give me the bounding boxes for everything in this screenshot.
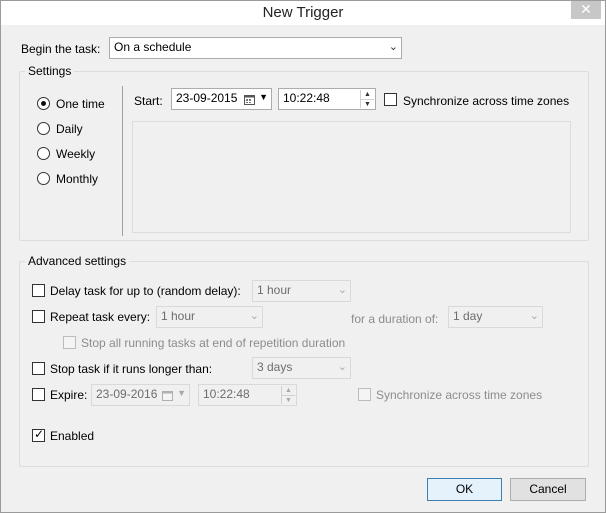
delay-dropdown[interactable]: 1 hour ⌄ — [252, 280, 351, 302]
duration-dropdown[interactable]: 1 day ⌄ — [448, 306, 543, 328]
repeat-dropdown[interactable]: 1 hour ⌄ — [156, 306, 263, 328]
stop-all-label: Stop all running tasks at end of repetit… — [81, 336, 346, 350]
duration-label: for a duration of: — [351, 312, 439, 326]
radio-monthly[interactable] — [37, 172, 50, 185]
radio-weekly-label[interactable]: Weekly — [56, 147, 95, 161]
start-time-field[interactable]: 10:22:48 ▲ ▼ — [278, 88, 376, 110]
expire-time-spinner[interactable]: ▲ ▼ — [281, 386, 295, 404]
delay-label[interactable]: Delay task for up to (random delay): — [50, 284, 241, 298]
enabled-label[interactable]: Enabled — [50, 429, 94, 443]
advanced-settings-title: Advanced settings — [25, 254, 130, 268]
repeat-checkbox[interactable] — [32, 310, 45, 323]
repeat-label[interactable]: Repeat task every: — [50, 310, 150, 324]
duration-value: 1 day — [453, 309, 483, 323]
radio-daily[interactable] — [37, 122, 50, 135]
expire-sync-label: Synchronize across time zones — [376, 388, 543, 402]
begin-task-label: Begin the task: — [21, 42, 101, 56]
delay-checkbox[interactable] — [32, 284, 45, 297]
start-date-picker[interactable]: 23-09-2015 ▼ — [171, 88, 272, 110]
stop-long-label[interactable]: Stop task if it runs longer than: — [50, 362, 212, 376]
chevron-down-icon: ⌄ — [337, 284, 347, 296]
title-bar: New Trigger ✕ — [1, 1, 605, 25]
start-time-value: 10:22:48 — [283, 91, 330, 105]
start-time-spinner[interactable]: ▲ ▼ — [360, 90, 374, 108]
radio-one-time[interactable] — [37, 97, 50, 110]
expire-sync-checkbox[interactable] — [358, 388, 371, 401]
new-trigger-dialog: New Trigger ✕ Begin the task: On a sched… — [0, 0, 606, 513]
schedule-detail-panel — [132, 121, 571, 233]
chevron-down-icon[interactable]: ▼ — [177, 388, 186, 398]
begin-task-value: On a schedule — [114, 40, 192, 54]
expire-date-picker[interactable]: 23-09-2016 ▼ — [91, 384, 190, 406]
ok-button[interactable]: OK — [427, 478, 502, 501]
start-label: Start: — [134, 94, 163, 108]
delay-value: 1 hour — [257, 283, 292, 297]
begin-task-dropdown[interactable]: On a schedule ⌄ — [109, 37, 402, 59]
close-icon: ✕ — [580, 1, 592, 17]
expire-date-value: 23-09-2016 — [96, 387, 158, 401]
close-button[interactable]: ✕ — [571, 1, 601, 19]
expire-time-value: 10:22:48 — [203, 387, 250, 401]
radio-daily-label[interactable]: Daily — [56, 122, 83, 136]
spin-down-icon[interactable]: ▼ — [361, 99, 374, 108]
stop-all-checkbox[interactable] — [63, 336, 76, 349]
radio-one-time-label[interactable]: One time — [56, 97, 105, 111]
spin-down-icon[interactable]: ▼ — [282, 395, 295, 404]
chevron-down-icon: ⌄ — [529, 310, 539, 322]
spin-up-icon[interactable]: ▲ — [282, 386, 295, 395]
chevron-down-icon[interactable]: ▼ — [259, 92, 268, 102]
repeat-value: 1 hour — [161, 309, 196, 323]
stop-long-checkbox[interactable] — [32, 362, 45, 375]
chevron-down-icon: ⌄ — [249, 310, 259, 322]
calendar-icon[interactable] — [244, 94, 255, 105]
enabled-checkbox[interactable] — [32, 427, 45, 442]
radio-weekly[interactable] — [37, 147, 50, 160]
chevron-down-icon: ⌄ — [337, 361, 347, 373]
sync-timezones-checkbox[interactable] — [384, 93, 397, 106]
start-date-value: 23-09-2015 — [176, 91, 238, 105]
settings-divider — [122, 86, 123, 236]
window-title: New Trigger — [262, 4, 344, 21]
expire-label[interactable]: Expire: — [50, 388, 87, 402]
expire-time-field[interactable]: 10:22:48 ▲ ▼ — [198, 384, 297, 406]
cancel-button[interactable]: Cancel — [510, 478, 586, 501]
radio-monthly-label[interactable]: Monthly — [56, 172, 98, 186]
spin-up-icon[interactable]: ▲ — [361, 90, 374, 99]
chevron-down-icon: ⌄ — [388, 41, 398, 53]
expire-checkbox[interactable] — [32, 388, 45, 401]
calendar-icon[interactable] — [162, 390, 173, 401]
settings-title: Settings — [25, 64, 75, 78]
stop-long-value: 3 days — [257, 360, 293, 374]
stop-long-dropdown[interactable]: 3 days ⌄ — [252, 357, 351, 379]
sync-timezones-label[interactable]: Synchronize across time zones — [403, 94, 569, 108]
